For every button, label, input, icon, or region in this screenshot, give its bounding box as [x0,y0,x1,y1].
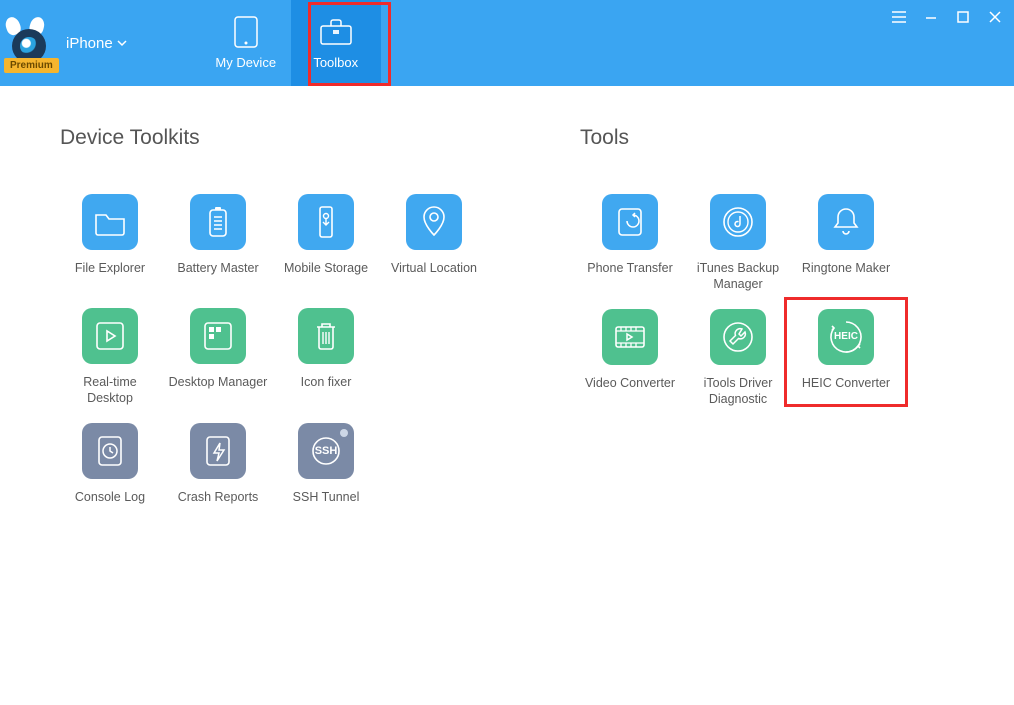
tool-file-explorer[interactable]: File Explorer [60,194,160,292]
section-device-toolkits: Device Toolkits File Explorer Battery Ma… [60,126,490,521]
phone-transfer-icon [602,194,658,250]
tool-ringtone-maker[interactable]: Ringtone Maker [796,194,896,293]
tool-label: Battery Master [177,260,258,292]
trash-icon [298,308,354,364]
tool-label: Phone Transfer [587,260,672,292]
menu-icon[interactable] [890,8,908,26]
section-title: Device Toolkits [60,126,490,150]
ssh-icon: SSH [298,423,354,479]
tool-heic-converter[interactable]: HEIC HEIC Converter [796,309,896,407]
window-controls [890,8,1004,26]
tool-video-converter[interactable]: Video Converter [580,309,680,408]
close-icon[interactable] [986,8,1004,26]
tool-label: Console Log [75,489,145,521]
tool-realtime-desktop[interactable]: Real-time Desktop [60,308,160,407]
device-dropdown[interactable]: iPhone [66,35,127,52]
tool-label: Video Converter [585,375,675,407]
battery-icon [190,194,246,250]
usb-icon [298,194,354,250]
tool-icon-fixer[interactable]: Icon fixer [276,308,376,407]
logo-area: Premium iPhone [0,0,141,86]
device-label: iPhone [66,35,113,52]
film-icon [602,309,658,365]
toolbox-icon [319,17,353,47]
tool-itunes-backup[interactable]: iTunes Backup Manager [688,194,788,293]
tools-grid: Phone Transfer iTunes Backup Manager Rin… [580,194,940,407]
tab-label: My Device [215,55,276,70]
app-logo: Premium [6,19,54,67]
tool-console-log[interactable]: Console Log [60,423,160,521]
tool-label: Crash Reports [178,489,259,521]
minimize-icon[interactable] [922,8,940,26]
location-pin-icon [406,194,462,250]
tool-battery-master[interactable]: Battery Master [168,194,268,292]
bolt-file-icon [190,423,246,479]
tool-label: Mobile Storage [284,260,368,292]
tab-toolbox[interactable]: Toolbox [291,0,381,86]
wrench-icon [710,309,766,365]
tool-driver-diagnostic[interactable]: iTools Driver Diagnostic [688,309,788,408]
tab-label: Toolbox [313,55,358,70]
tool-mobile-storage[interactable]: Mobile Storage [276,194,376,292]
chevron-down-icon [117,39,127,47]
device-toolkits-grid: File Explorer Battery Master Mobile Stor… [60,194,490,521]
main-content: Device Toolkits File Explorer Battery Ma… [0,86,1014,521]
tool-label: iTunes Backup Manager [688,260,788,293]
section-tools: Tools Phone Transfer iTunes Backup Manag… [580,126,940,521]
tool-label: Icon fixer [301,374,352,406]
music-note-icon [710,194,766,250]
tool-label: Real-time Desktop [60,374,160,407]
tool-label: iTools Driver Diagnostic [688,375,788,408]
tool-label: Desktop Manager [169,374,268,406]
status-dot [340,429,348,437]
play-icon [82,308,138,364]
heic-text: HEIC [834,331,858,342]
tool-crash-reports[interactable]: Crash Reports [168,423,268,521]
tool-label: HEIC Converter [802,375,890,407]
maximize-icon[interactable] [954,8,972,26]
tool-virtual-location[interactable]: Virtual Location [384,194,484,292]
heic-icon: HEIC [818,309,874,365]
folder-icon [82,194,138,250]
header-nav: My Device Toolbox [201,0,381,86]
tool-label: Ringtone Maker [802,260,890,292]
app-header: Premium iPhone My Device Toolbox [0,0,1014,86]
section-title: Tools [580,126,940,150]
bell-icon [818,194,874,250]
tool-label: Virtual Location [391,260,477,292]
tool-label: SSH Tunnel [293,489,360,521]
tool-ssh-tunnel[interactable]: SSH SSH Tunnel [276,423,376,521]
premium-badge: Premium [4,58,59,73]
tool-label: File Explorer [75,260,145,292]
tablet-icon [233,17,259,47]
tab-my-device[interactable]: My Device [201,0,291,86]
ssh-text: SSH [315,445,338,457]
apps-grid-icon [190,308,246,364]
tool-desktop-manager[interactable]: Desktop Manager [168,308,268,407]
tool-phone-transfer[interactable]: Phone Transfer [580,194,680,293]
clock-file-icon [82,423,138,479]
